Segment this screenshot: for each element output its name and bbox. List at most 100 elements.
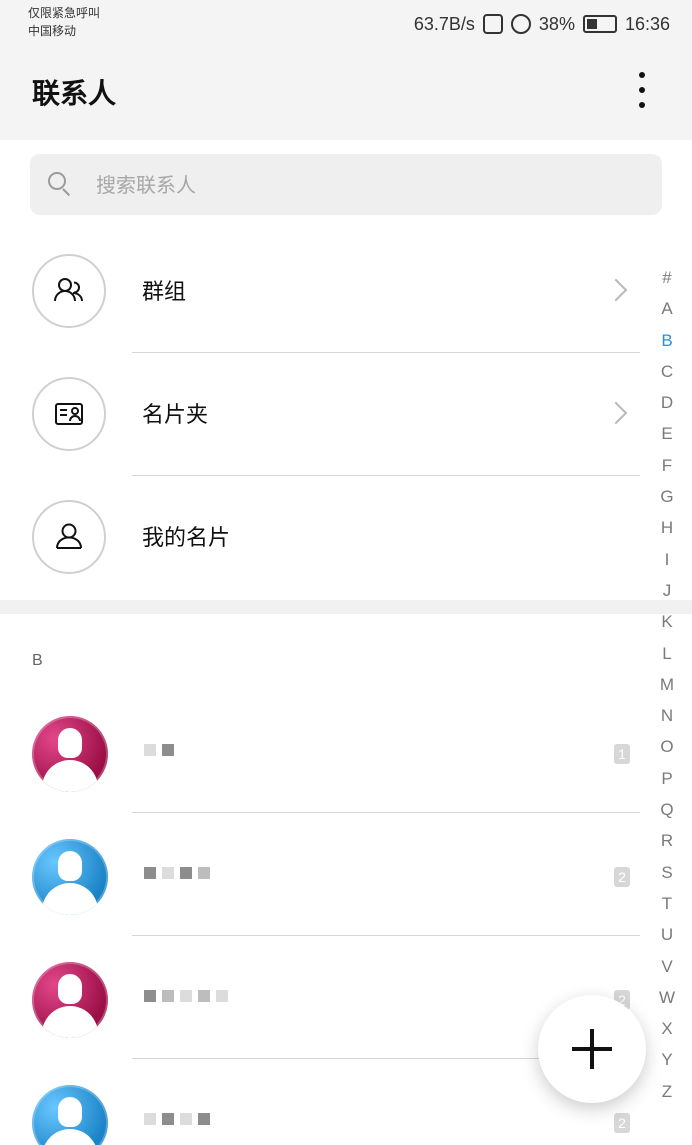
name-pixel bbox=[144, 990, 156, 1002]
name-pixel bbox=[180, 867, 192, 879]
alpha-key-s[interactable]: S bbox=[650, 857, 684, 888]
contact-name-obscured bbox=[144, 1113, 210, 1137]
business-card-icon-svg bbox=[55, 403, 83, 425]
name-pixel bbox=[144, 867, 156, 879]
contact-name-obscured bbox=[144, 867, 210, 891]
group-label: 群组 bbox=[142, 280, 187, 305]
name-pixel bbox=[198, 990, 210, 1002]
business-card-holder-row[interactable]: 名片夹 bbox=[0, 353, 640, 476]
alpha-key-o[interactable]: O bbox=[650, 731, 684, 762]
contact-row[interactable]: 2 bbox=[0, 813, 640, 936]
alpha-key-d[interactable]: D bbox=[650, 387, 684, 418]
more-dot-2 bbox=[639, 87, 645, 93]
sim-badge: 2 bbox=[614, 1113, 630, 1133]
alpha-key-g[interactable]: G bbox=[650, 481, 684, 512]
name-pixel bbox=[162, 744, 174, 756]
shortcut-list: 群组 名片夹 我的名片 bbox=[0, 230, 692, 600]
alpha-key-z[interactable]: Z bbox=[650, 1076, 684, 1107]
chevron-right-icon bbox=[604, 278, 628, 302]
contact-avatar bbox=[32, 1085, 108, 1145]
name-pixel bbox=[162, 867, 174, 879]
more-dot-3 bbox=[639, 102, 645, 108]
search-icon-handle bbox=[62, 188, 71, 197]
network-speed: 63.7B/s bbox=[413, 13, 475, 34]
alpha-key-f[interactable]: F bbox=[650, 450, 684, 481]
contact-row[interactable]: 1 bbox=[0, 690, 640, 813]
alpha-key-x[interactable]: X bbox=[650, 1013, 684, 1044]
chevron-right-icon bbox=[604, 401, 628, 425]
more-options-button[interactable] bbox=[634, 72, 650, 112]
notification-icon bbox=[482, 14, 503, 34]
alpha-key-h[interactable]: H bbox=[650, 512, 684, 543]
alpha-key-l[interactable]: L bbox=[650, 638, 684, 669]
alpha-key-n[interactable]: N bbox=[650, 700, 684, 731]
business-card-holder-label: 名片夹 bbox=[142, 403, 209, 428]
avatar-head bbox=[58, 974, 82, 1004]
carrier-name: 中国移动 bbox=[28, 24, 77, 38]
person-icon-svg bbox=[56, 523, 82, 549]
my-card-label: 我的名片 bbox=[142, 526, 231, 551]
sim-badge: 1 bbox=[614, 744, 630, 764]
alpha-key-c[interactable]: C bbox=[650, 356, 684, 387]
my-card-row[interactable]: 我的名片 bbox=[0, 476, 640, 599]
group-icon bbox=[32, 254, 106, 328]
alpha-key-t[interactable]: T bbox=[650, 888, 684, 919]
time: 16:36 bbox=[624, 13, 670, 34]
name-pixel bbox=[144, 1113, 156, 1125]
alpha-key-w[interactable]: W bbox=[650, 982, 684, 1013]
battery-percent: 38% bbox=[538, 13, 575, 34]
search-input[interactable] bbox=[94, 168, 618, 204]
name-pixel bbox=[144, 744, 156, 756]
section-letter: B bbox=[32, 652, 43, 669]
alpha-key-y[interactable]: Y bbox=[650, 1044, 684, 1075]
business-card-icon bbox=[32, 377, 106, 451]
alpha-key-e[interactable]: E bbox=[650, 418, 684, 449]
avatar-head bbox=[58, 1097, 82, 1127]
emergency-calls-only-text: 仅限紧急呼叫 bbox=[28, 6, 101, 20]
section-separator bbox=[0, 600, 692, 614]
alpha-key-hash[interactable]: # bbox=[650, 262, 684, 293]
alpha-key-v[interactable]: V bbox=[650, 951, 684, 982]
more-dot-1 bbox=[639, 72, 645, 78]
alpha-key-q[interactable]: Q bbox=[650, 794, 684, 825]
alarm-icon bbox=[510, 14, 531, 34]
avatar-head bbox=[58, 851, 82, 881]
alpha-key-m[interactable]: M bbox=[650, 669, 684, 700]
alpha-key-j[interactable]: J bbox=[650, 575, 684, 606]
name-pixel bbox=[162, 1113, 174, 1125]
app-header: 联系人 bbox=[0, 48, 692, 140]
alpha-key-b[interactable]: B bbox=[650, 325, 684, 356]
status-icons: 63.7B/s 38% 16:36 bbox=[414, 10, 670, 38]
alpha-key-k[interactable]: K bbox=[650, 606, 684, 637]
contact-name-obscured bbox=[144, 744, 174, 768]
plus-icon-horizontal bbox=[572, 1047, 612, 1051]
name-pixel bbox=[198, 1113, 210, 1125]
name-pixel bbox=[162, 990, 174, 1002]
carrier-info: 仅限紧急呼叫 中国移动 bbox=[28, 4, 100, 40]
name-pixel bbox=[216, 990, 228, 1002]
add-contact-button[interactable] bbox=[538, 995, 646, 1103]
sim-badge: 2 bbox=[614, 867, 630, 887]
contact-avatar bbox=[32, 839, 108, 915]
contact-avatar bbox=[32, 716, 108, 792]
name-pixel bbox=[198, 867, 210, 879]
alpha-key-u[interactable]: U bbox=[650, 919, 684, 950]
search-bar[interactable] bbox=[30, 154, 662, 215]
alphabet-index[interactable]: # A B C D E F G H I J K L M N O P Q R S … bbox=[650, 262, 684, 1107]
alpha-key-i[interactable]: I bbox=[650, 544, 684, 575]
name-pixel bbox=[180, 1113, 192, 1125]
person-icon bbox=[32, 500, 106, 574]
alpha-key-a[interactable]: A bbox=[650, 293, 684, 324]
battery-icon bbox=[582, 15, 617, 33]
search-icon bbox=[48, 172, 71, 197]
contacts-screen: 仅限紧急呼叫 中国移动 63.7B/s 38% 16:36 联系人 搜索联系人 … bbox=[0, 0, 692, 1145]
avatar-head bbox=[58, 728, 82, 758]
name-pixel bbox=[180, 990, 192, 1002]
status-bar: 仅限紧急呼叫 中国移动 63.7B/s 38% 16:36 bbox=[0, 0, 692, 48]
alpha-key-p[interactable]: P bbox=[650, 763, 684, 794]
alpha-key-r[interactable]: R bbox=[650, 825, 684, 856]
group-row[interactable]: 群组 bbox=[0, 230, 640, 353]
group-icon-svg bbox=[54, 278, 83, 302]
page-title: 联系人 bbox=[32, 77, 117, 110]
contact-avatar bbox=[32, 962, 108, 1038]
